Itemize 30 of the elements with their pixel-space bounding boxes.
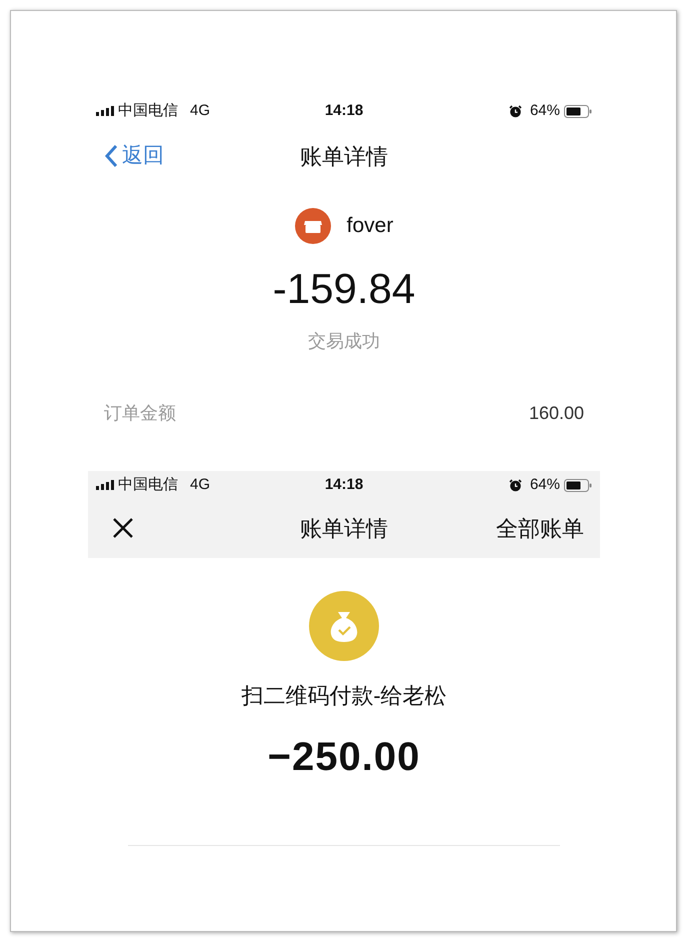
battery-icon — [564, 104, 592, 118]
battery-percent: 64% — [530, 100, 560, 121]
payee-text: 扫二维码付款-给老松 — [241, 682, 447, 710]
signal-icon — [96, 480, 114, 490]
carrier-name: 中国电信 — [118, 100, 178, 121]
battery-percent: 64% — [530, 474, 560, 495]
status-time: 14:18 — [324, 476, 364, 493]
network-type: 4G — [190, 100, 210, 121]
close-button[interactable] — [112, 516, 134, 540]
payment-amount: -159.84 — [272, 267, 416, 311]
status-time: 14:18 — [324, 102, 364, 119]
detail-label: 订单金额 — [104, 402, 176, 424]
signal-icon — [96, 106, 114, 116]
network-type: 4G — [190, 474, 210, 495]
transaction-status: 交易成功 — [308, 330, 380, 352]
carrier-name: 中国电信 — [118, 474, 178, 495]
all-bills-link[interactable]: 全部账单 — [496, 512, 584, 545]
detail-value: 160.00 — [528, 402, 584, 424]
back-link[interactable]: 返回 — [104, 140, 164, 172]
money-bag-icon — [309, 591, 379, 661]
payment-amount: −250.00 — [268, 734, 420, 781]
close-icon — [112, 517, 134, 540]
alarm-icon — [508, 104, 522, 118]
chevron-left-icon — [104, 144, 118, 168]
page-title: 账单详情 — [300, 144, 388, 168]
battery-icon — [564, 478, 592, 492]
merchant-name: fover — [346, 213, 394, 240]
page-title: 账单详情 — [300, 516, 388, 541]
alarm-icon — [508, 478, 522, 492]
shop-icon — [294, 208, 331, 244]
